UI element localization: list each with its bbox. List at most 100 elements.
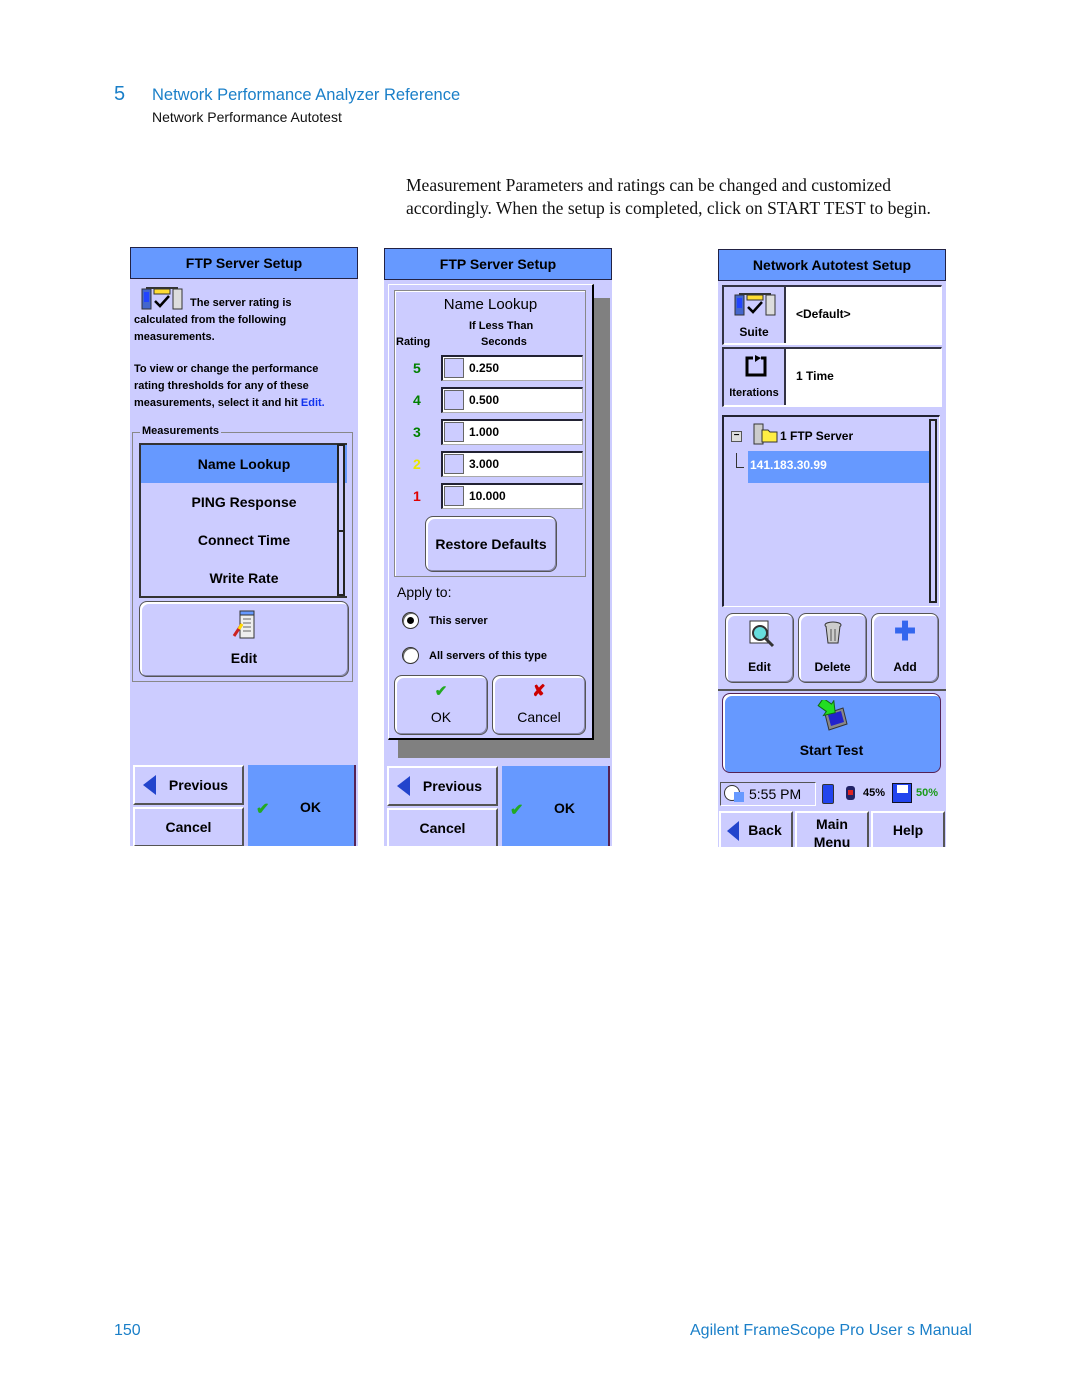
edit-pencil-icon[interactable] xyxy=(444,390,464,410)
back-button-label: Back xyxy=(748,822,782,838)
calendar-icon xyxy=(734,792,744,802)
edit-pencil-icon[interactable] xyxy=(444,486,464,506)
main-menu-label-line1: Main xyxy=(816,816,848,832)
ftp-server-folder-icon xyxy=(752,422,778,451)
threshold-header-line1: If Less Than xyxy=(469,320,534,332)
iterations-label: Iterations xyxy=(729,387,779,399)
ok-button[interactable]: ✔ OK xyxy=(248,765,356,846)
list-item[interactable]: Write Rate xyxy=(141,559,347,597)
main-menu-label-line2: Menu xyxy=(813,834,851,847)
radio-all-servers[interactable] xyxy=(402,647,419,664)
iterations-button[interactable]: Iterations xyxy=(724,349,786,405)
measurements-scrollbar[interactable] xyxy=(337,444,345,596)
plus-icon: ✚ xyxy=(894,616,916,646)
screen-title: FTP Server Setup xyxy=(130,247,358,279)
list-item[interactable]: PING Response xyxy=(141,483,347,521)
cancel-button[interactable]: Cancel xyxy=(387,808,498,846)
back-button[interactable]: Back xyxy=(719,811,793,847)
start-test-device-icon xyxy=(817,697,849,735)
previous-button[interactable]: Previous xyxy=(133,765,244,805)
network-autotest-setup-screen: Network Autotest Setup Suite <Default> I… xyxy=(718,249,946,847)
page-number: 150 xyxy=(114,1322,141,1339)
check-icon: ✔ xyxy=(256,801,270,818)
edit-button[interactable]: Edit xyxy=(725,613,794,683)
rating-header: Rating xyxy=(396,336,431,348)
cancel-button-label: Cancel xyxy=(419,820,466,836)
edit-pencil-icon[interactable] xyxy=(444,358,464,378)
ok-button[interactable]: ✔ OK xyxy=(502,766,610,846)
help-line: rating thresholds for any of these xyxy=(134,380,309,392)
restore-defaults-button[interactable]: Restore Defaults xyxy=(425,516,557,572)
radio-this-server-label[interactable]: This server xyxy=(429,615,488,627)
iterations-value: 1 Time xyxy=(796,369,834,383)
section-title: Network Performance Autotest xyxy=(152,109,342,125)
intro-paragraph: Measurement Parameters and ratings can b… xyxy=(406,175,931,218)
tree-branch-line xyxy=(736,453,744,468)
clock-display[interactable]: 5:55 PM xyxy=(720,782,816,806)
edit-link[interactable]: Edit. xyxy=(301,397,325,409)
dialog-cancel-button[interactable]: ✘ Cancel xyxy=(492,675,586,735)
list-item[interactable]: Name Lookup xyxy=(141,445,347,483)
radio-all-servers-label[interactable]: All servers of this type xyxy=(429,650,547,662)
description-line: The server rating is xyxy=(190,297,292,309)
list-item[interactable]: Connect Time xyxy=(141,521,347,559)
threshold-field-1[interactable]: 10.000 xyxy=(441,483,583,509)
threshold-field-4[interactable]: 0.500 xyxy=(441,387,583,413)
iterations-row[interactable]: Iterations 1 Time xyxy=(722,347,942,407)
previous-button-label: Previous xyxy=(422,778,483,794)
start-test-label: Start Test xyxy=(799,742,864,758)
screen-title: Network Autotest Setup xyxy=(718,249,946,281)
chapter-title: Network Performance Analyzer Reference xyxy=(152,86,461,104)
add-button[interactable]: ✚ Add xyxy=(871,613,939,683)
apply-to-label: Apply to: xyxy=(397,584,452,600)
help-line: To view or change the performance xyxy=(134,363,319,375)
start-test-button[interactable]: Start Test xyxy=(722,693,941,773)
tree-root-label[interactable]: 1 FTP Server xyxy=(780,429,853,443)
edit-button-label: Edit xyxy=(230,650,258,666)
storage-percent: 50% xyxy=(916,787,939,799)
pda-connection-icon xyxy=(822,784,834,804)
edit-pencil-icon[interactable] xyxy=(444,422,464,442)
threshold-field-2[interactable]: 3.000 xyxy=(441,451,583,477)
delete-button[interactable]: Delete xyxy=(798,613,867,683)
dialog-ok-button[interactable]: ✔ OK xyxy=(394,675,488,735)
radio-this-server[interactable] xyxy=(402,612,419,629)
help-line-text: measurements, select it and hit xyxy=(134,397,298,409)
scrollbar-thumb[interactable] xyxy=(339,446,343,532)
help-button-label: Help xyxy=(892,822,924,838)
tree-child-selected[interactable]: 141.183.30.99 xyxy=(748,451,930,483)
threshold-field-3[interactable]: 1.000 xyxy=(441,419,583,445)
test-tree[interactable]: − 1 FTP Server 141.183.30.99 xyxy=(722,415,940,607)
main-menu-button[interactable]: Main Menu xyxy=(795,811,869,847)
repeat-icon xyxy=(745,355,767,380)
back-arrow-icon xyxy=(143,775,156,795)
collapse-icon[interactable]: − xyxy=(731,431,742,442)
threshold-value: 0.250 xyxy=(469,361,500,375)
panel-divider xyxy=(718,689,946,691)
suite-label: Suite xyxy=(739,325,769,339)
cancel-button[interactable]: Cancel xyxy=(133,807,244,846)
screen-title: FTP Server Setup xyxy=(384,248,612,280)
rating-1: 1 xyxy=(413,488,421,504)
edit-button[interactable]: Edit xyxy=(139,601,349,677)
add-button-label: Add xyxy=(893,660,917,674)
suite-row[interactable]: Suite <Default> xyxy=(722,285,942,345)
threshold-field-5[interactable]: 0.250 xyxy=(441,355,583,381)
rating-5: 5 xyxy=(413,360,421,376)
ok-button-label: OK xyxy=(554,800,575,816)
delete-button-label: Delete xyxy=(814,660,851,674)
threshold-value: 1.000 xyxy=(469,425,500,439)
threshold-value: 0.500 xyxy=(469,393,500,407)
measurements-list[interactable]: Name Lookup PING Response Connect Time W… xyxy=(139,443,347,598)
help-button[interactable]: Help xyxy=(871,811,945,847)
edit-document-icon xyxy=(232,610,256,643)
radio-selected-dot xyxy=(407,617,414,624)
status-bar: 5:55 PM 45% 50% xyxy=(718,780,946,808)
tree-scrollbar[interactable] xyxy=(929,419,937,603)
dialog-cancel-label: Cancel xyxy=(517,709,561,725)
previous-button[interactable]: Previous xyxy=(387,766,498,806)
suite-button[interactable]: Suite xyxy=(724,287,786,343)
dialog-ok-label: OK xyxy=(430,709,452,725)
edit-pencil-icon[interactable] xyxy=(444,454,464,474)
help-line: measurements, select it and hit Edit. xyxy=(134,395,325,412)
